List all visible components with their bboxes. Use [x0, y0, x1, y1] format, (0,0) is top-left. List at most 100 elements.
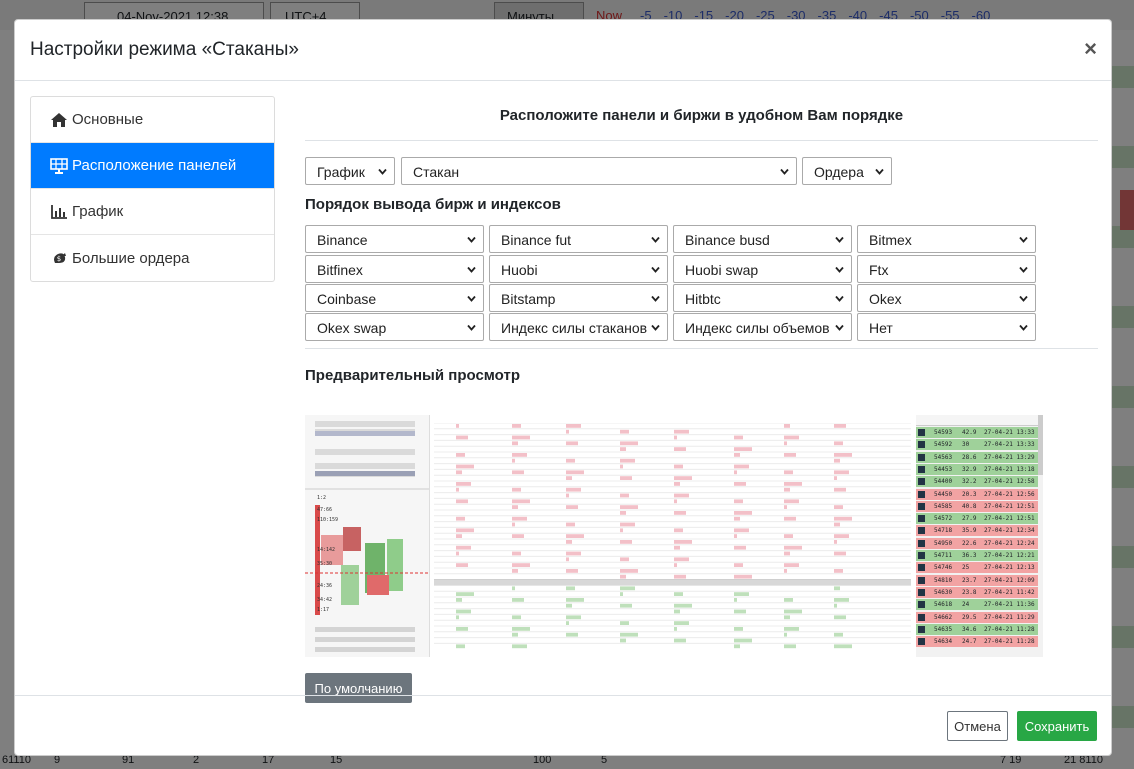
- exchange-select[interactable]: Hitbtc: [673, 284, 852, 312]
- chevron-down-icon: [651, 324, 660, 331]
- exchange-select[interactable]: Индекс силы стаканов: [489, 313, 668, 341]
- orderbook-volume-bar: [834, 476, 837, 480]
- nav-item-main[interactable]: Основные: [31, 97, 274, 143]
- bar-chart-icon: [50, 204, 68, 220]
- order-row: 54400 32.2 27-04-21 12:58: [916, 476, 1038, 488]
- exchange-icon: [918, 564, 925, 572]
- order-size: 40.8: [962, 502, 977, 510]
- order-time: 27-04-21 12:09: [984, 576, 1035, 584]
- order-time: 27-04-21 11:42: [984, 588, 1035, 596]
- orderbook-volume-bar: [734, 638, 752, 643]
- orderbook-volume-bar: [734, 464, 749, 469]
- save-button[interactable]: Сохранить: [1017, 711, 1097, 741]
- select-value: Coinbase: [317, 291, 377, 307]
- exchange-select[interactable]: Binance busd: [673, 225, 852, 253]
- orderbook-volume-bar: [674, 464, 683, 469]
- panel-select-orderbook[interactable]: Стакан: [401, 157, 797, 185]
- cancel-button[interactable]: Отмена: [947, 711, 1008, 741]
- exchange-select[interactable]: Binance fut: [489, 225, 668, 253]
- nav-item-label: Основные: [72, 111, 144, 128]
- settings-modal: Настройки режима «Стаканы» × Основные Ра…: [14, 19, 1112, 756]
- orderbook-volume-bar: [566, 522, 575, 527]
- orderbook-volume-bar: [566, 493, 569, 498]
- nav-item-large-orders[interactable]: $ Большие ордера: [31, 235, 274, 281]
- nav-item-panel-layout[interactable]: Расположение панелей: [31, 143, 274, 189]
- order-price: 54585: [934, 502, 953, 510]
- exchange-select[interactable]: Bitfinex: [305, 255, 484, 283]
- chevron-down-icon: [875, 168, 884, 175]
- select-value: Индекс силы стаканов: [501, 320, 648, 336]
- exchange-select[interactable]: Нет: [857, 313, 1036, 341]
- exchange-select[interactable]: Bitmex: [857, 225, 1036, 253]
- order-size: 24: [962, 601, 970, 609]
- exchange-select[interactable]: Coinbase: [305, 284, 484, 312]
- orderbook-volume-bar: [674, 621, 689, 625]
- orderbook-volume-bar: [620, 493, 629, 498]
- orderbook-volume-bar: [566, 557, 569, 562]
- exchange-select[interactable]: Binance: [305, 225, 484, 253]
- order-price: 54400: [934, 478, 953, 486]
- orderbook-volume-bar: [734, 447, 752, 451]
- order-price: 54950: [934, 539, 953, 547]
- orderbook-volume-bar: [512, 644, 527, 649]
- layout-preview: 1:2 47:66 110:159 14:142 35:30 24:36 34:42 1:…: [305, 415, 1043, 657]
- home-icon: [50, 112, 68, 128]
- orderbook-volume-bar: [674, 499, 677, 504]
- exchange-select[interactable]: Huobi swap: [673, 255, 852, 283]
- orderbook-volume-bar: [734, 435, 743, 440]
- chevron-down-icon: [835, 266, 844, 273]
- exchange-select[interactable]: Huobi: [489, 255, 668, 283]
- order-row: 54563 28.6 27-04-21 13:29: [916, 451, 1038, 463]
- exchange-select[interactable]: Индекс силы объемов: [673, 313, 852, 341]
- orderbook-volume-bar: [834, 522, 840, 527]
- orderbook-volume-bar: [620, 632, 638, 637]
- modal-header: Настройки режима «Стаканы» ×: [15, 20, 1111, 81]
- orderbook-volume-bar: [456, 609, 471, 614]
- panel-layout-content: Расположите панели и биржи в удобном Вам…: [305, 96, 1098, 703]
- orderbook-volume-bar: [784, 482, 802, 486]
- nav-item-chart[interactable]: График: [31, 189, 274, 235]
- orderbook-volume-bar: [620, 464, 623, 469]
- exchange-select[interactable]: Okex: [857, 284, 1036, 312]
- order-size: 25: [962, 564, 970, 572]
- order-time: 27-04-21 11:29: [984, 613, 1035, 621]
- solar-panel-icon: [50, 157, 68, 174]
- chevron-down-icon: [467, 295, 476, 302]
- orderbook-volume-bar: [512, 534, 524, 538]
- exchange-select[interactable]: Bitstamp: [489, 284, 668, 312]
- orderbook-volume-bar: [566, 586, 575, 591]
- close-icon[interactable]: ×: [1084, 36, 1097, 62]
- orderbook-volume-bar: [512, 516, 527, 521]
- orderbook-volume-bar: [456, 424, 459, 428]
- panel-select-chart[interactable]: График: [305, 157, 395, 185]
- orderbook-volume-bar: [620, 476, 632, 480]
- order-row: 54950 22.6 27-04-21 12:24: [916, 537, 1038, 549]
- orderbook-volume-bar: [566, 632, 578, 637]
- exchange-select[interactable]: Ftx: [857, 255, 1036, 283]
- orderbook-volume-bar: [512, 505, 518, 509]
- orderbook-volume-bar: [456, 627, 468, 631]
- select-value: Стакан: [413, 164, 460, 180]
- select-value: Binance busd: [685, 232, 770, 248]
- orderbook-volume-bar: [834, 615, 846, 620]
- order-time: 27-04-21 13:29: [984, 453, 1035, 461]
- orderbook-volume-bar: [512, 487, 521, 492]
- panel-select-orders[interactable]: Ордера: [802, 157, 892, 185]
- orderbook-volume-bar: [674, 557, 689, 562]
- svg-text:47:66: 47:66: [317, 507, 332, 513]
- orderbook-volume-bar: [674, 592, 683, 596]
- exchange-icon: [918, 539, 925, 547]
- orderbook-volume-bar: [456, 615, 459, 620]
- select-value: Нет: [869, 320, 893, 336]
- orders-scrollbar[interactable]: [1038, 415, 1043, 475]
- orderbook-volume-bar: [834, 516, 852, 521]
- order-time: 27-04-21 12:58: [984, 478, 1035, 486]
- exchange-select[interactable]: Okex swap: [305, 313, 484, 341]
- orderbook-volume-bar: [620, 603, 632, 608]
- select-value: Huobi swap: [685, 262, 759, 278]
- order-price: 54572: [934, 515, 953, 523]
- order-size: 30: [962, 441, 970, 449]
- order-size: 23.7: [962, 576, 977, 584]
- orderbook-volume-bar: [734, 528, 749, 533]
- orderbook-volume-bar: [784, 470, 793, 475]
